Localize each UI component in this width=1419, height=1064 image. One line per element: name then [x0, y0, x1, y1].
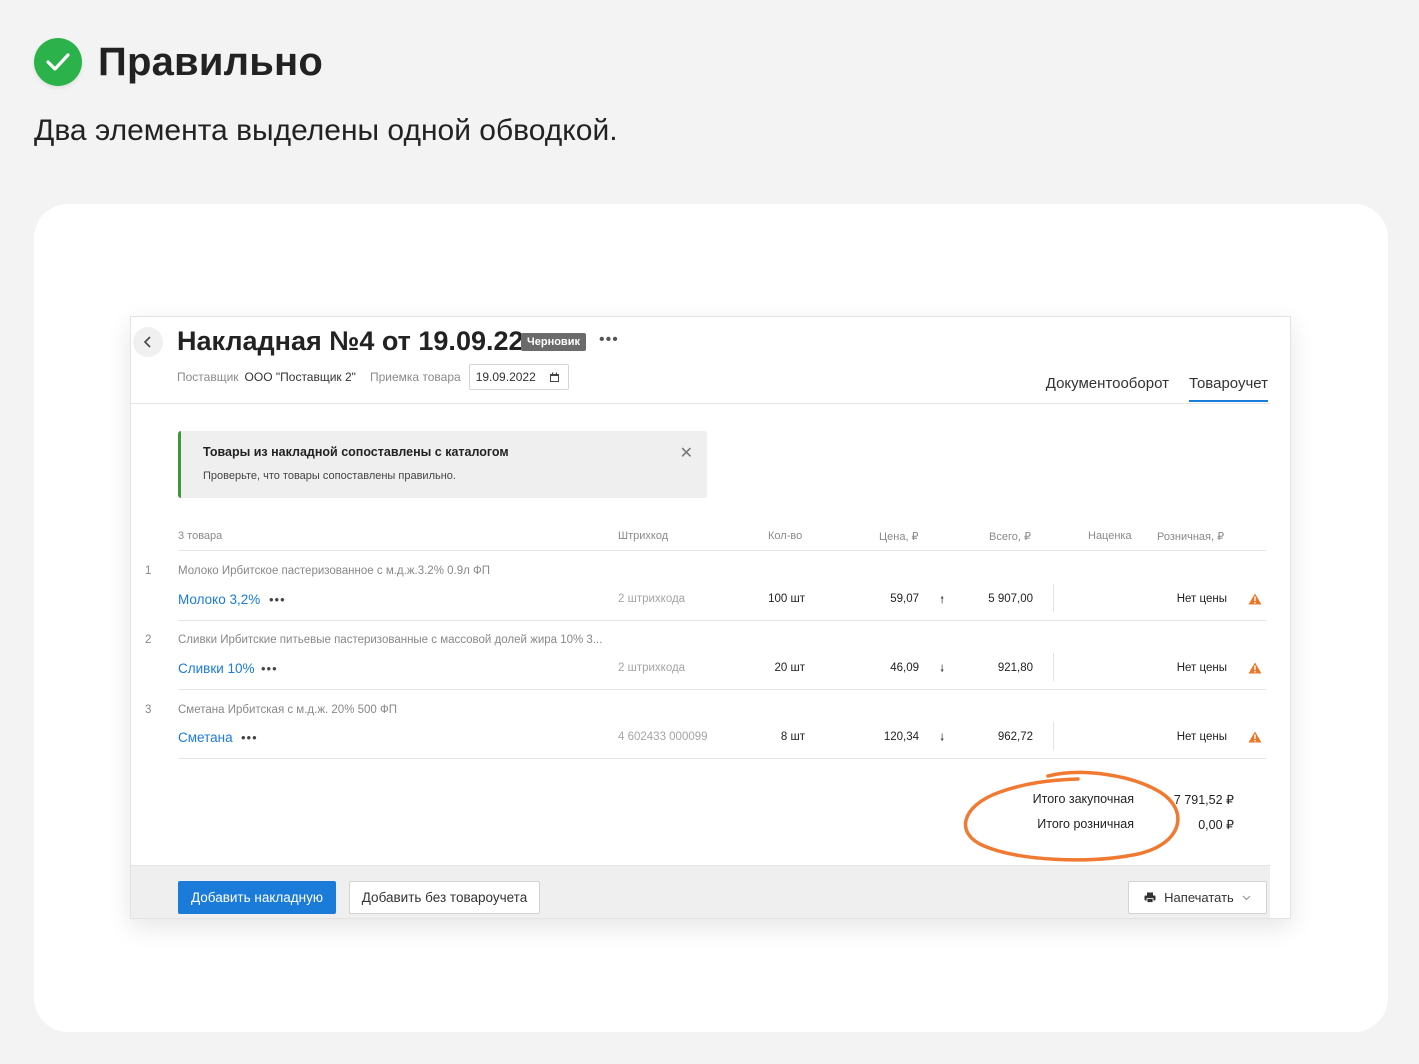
- row-number: 2: [145, 634, 152, 646]
- add-invoice-button[interactable]: Добавить накладную: [178, 881, 336, 914]
- row-total: 921,80: [997, 662, 1033, 674]
- supplier-label: Поставщик: [177, 370, 239, 384]
- calendar-icon: [549, 372, 559, 382]
- tab-document-flow[interactable]: Документооборот: [1046, 375, 1169, 402]
- column-separator: [1053, 722, 1054, 750]
- row-barcode[interactable]: 4 602433 000099: [618, 731, 708, 743]
- row-retail[interactable]: Нет цены: [1147, 731, 1227, 743]
- row-qty[interactable]: 100 шт: [745, 593, 805, 605]
- supplier-value[interactable]: ООО "Поставщик 2": [245, 370, 356, 384]
- summary-retail-value: 0,00 ₽: [1198, 818, 1234, 832]
- summary-purchase-value: 7 791,52 ₽: [1173, 793, 1234, 807]
- print-button-label: Напечатать: [1164, 890, 1234, 905]
- receipt-date-value: 19.09.2022: [475, 370, 536, 384]
- row-full-name: Сметана Ирбитская с м.д.ж. 20% 500 ФП: [178, 704, 397, 716]
- warning-icon: [1248, 593, 1262, 605]
- col-header-total: Всего, ₽: [989, 531, 1031, 543]
- row-total: 5 907,00: [988, 593, 1033, 605]
- col-header-items: 3 товара: [178, 530, 223, 542]
- arrow-down-icon: 🠗: [940, 664, 945, 675]
- summary-purchase-label: Итого закупочная: [1032, 792, 1134, 806]
- notice-text: Проверьте, что товары сопоставлены прави…: [203, 470, 456, 482]
- row-divider: [178, 620, 1266, 621]
- row-qty[interactable]: 20 шт: [745, 662, 805, 674]
- chevron-down-icon: [1242, 895, 1251, 900]
- row-price[interactable]: 46,09: [849, 662, 919, 674]
- row-full-name: Молоко Ирбитское пастеризованное с м.д.ж…: [178, 565, 491, 577]
- invoice-screenshot: Накладная №4 от 19.09.22 Черновик ••• По…: [130, 316, 1291, 919]
- row-number: 1: [145, 565, 152, 577]
- row-price[interactable]: 120,34: [849, 731, 919, 743]
- tab-stock-accounting[interactable]: Товароучет: [1188, 375, 1268, 402]
- more-dots-icon[interactable]: •••: [599, 331, 619, 349]
- add-without-stock-button[interactable]: Добавить без товароучета: [349, 881, 540, 914]
- subtitle: Два элемента выделены одной обводкой.: [34, 114, 618, 147]
- slide-background: Правильно Два элемента выделены одной об…: [0, 0, 1419, 1064]
- chevron-left-icon: [143, 336, 151, 348]
- row-product-link[interactable]: Сливки 10%: [178, 661, 255, 676]
- status-badge: Черновик: [521, 333, 586, 351]
- column-separator: [1053, 653, 1054, 681]
- arrow-down-icon: 🠗: [940, 733, 945, 744]
- col-header-qty: Кол-во: [768, 530, 803, 542]
- header-divider: [131, 403, 1270, 404]
- doc-meta: Поставщик ООО "Поставщик 2" Приемка това…: [177, 364, 569, 390]
- row-retail[interactable]: Нет цены: [1147, 662, 1227, 674]
- more-dots-icon[interactable]: •••: [261, 661, 278, 676]
- check-icon: [34, 38, 82, 86]
- row-price[interactable]: 59,07: [849, 593, 919, 605]
- col-header-markup: Наценка: [1088, 530, 1132, 542]
- row-full-name: Сливки Ирбитские питьевые пастеризованны…: [178, 634, 603, 646]
- col-header-barcode: Штрихкод: [618, 530, 669, 542]
- action-footer: Добавить накладную Добавить без товароуч…: [131, 865, 1270, 918]
- back-button[interactable]: [133, 327, 163, 357]
- arrow-up-icon: 🠕: [940, 595, 945, 606]
- match-notice: Товары из накладной сопоставлены с катал…: [178, 431, 707, 498]
- col-header-price: Цена, ₽: [879, 531, 919, 543]
- tab-bar: Документооборот Товароучет: [1046, 375, 1268, 402]
- receipt-date-field[interactable]: 19.09.2022: [468, 364, 569, 390]
- column-separator: [1053, 584, 1054, 612]
- row-divider: [178, 689, 1266, 690]
- heading-title: Правильно: [98, 39, 324, 84]
- row-number: 3: [145, 704, 152, 716]
- row-retail[interactable]: Нет цены: [1147, 593, 1227, 605]
- row-qty[interactable]: 8 шт: [745, 731, 805, 743]
- col-header-retail: Розничная, ₽: [1157, 531, 1225, 543]
- row-product-link[interactable]: Сметана: [178, 730, 233, 745]
- more-dots-icon[interactable]: •••: [269, 592, 286, 607]
- notice-title: Товары из накладной сопоставлены с катал…: [203, 445, 509, 459]
- row-barcode[interactable]: 2 штрихкода: [618, 662, 685, 674]
- row-barcode[interactable]: 2 штрихкода: [618, 593, 685, 605]
- row-divider: [178, 758, 1266, 759]
- warning-icon: [1248, 662, 1262, 674]
- printer-icon: [1144, 892, 1156, 903]
- heading-block: Правильно: [34, 38, 323, 86]
- row-product-link[interactable]: Молоко 3,2%: [178, 592, 260, 607]
- row-total: 962,72: [997, 731, 1033, 743]
- summary-retail-label: Итого розничная: [1037, 817, 1134, 831]
- warning-icon: [1248, 731, 1262, 743]
- table-divider: [178, 550, 1266, 551]
- close-icon[interactable]: ✕: [680, 443, 693, 463]
- receipt-label: Приемка товара: [369, 370, 461, 384]
- print-button[interactable]: Напечатать: [1128, 881, 1267, 914]
- more-dots-icon[interactable]: •••: [241, 730, 258, 745]
- page-title: Накладная №4 от 19.09.22: [177, 326, 524, 356]
